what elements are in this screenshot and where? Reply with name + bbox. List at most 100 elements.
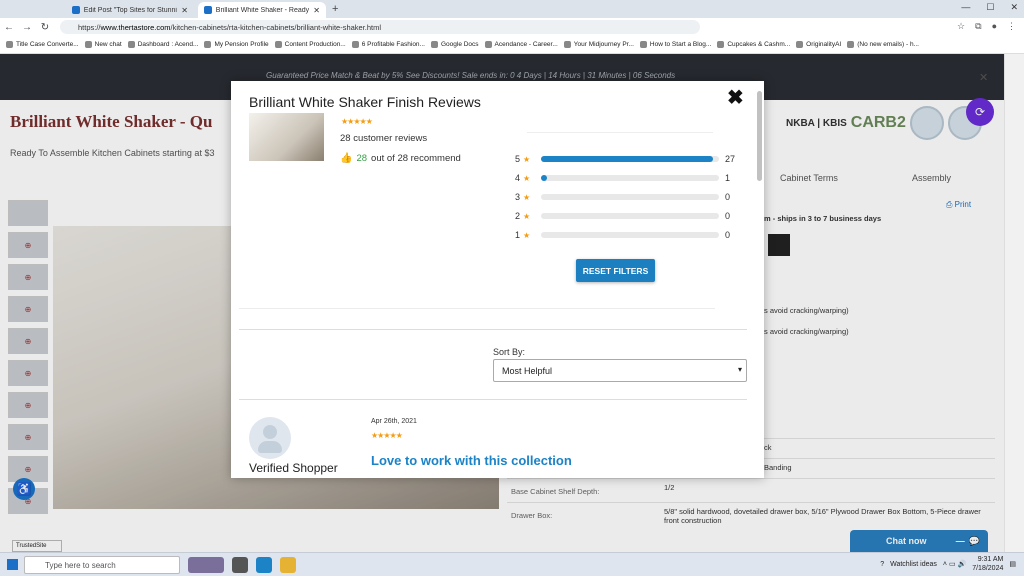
sort-label: Sort By: [493,347,526,357]
address-bar-row: ← → ↻ https://www.thertastore.com/kitche… [0,18,1024,36]
reload-icon[interactable]: ↻ [36,22,54,33]
bookmark-label: OriginalityAI [806,41,842,48]
task-view-icon[interactable] [232,557,248,573]
bookmark-item[interactable]: How to Start a Blog... [639,41,712,48]
page-scrollbar[interactable] [1004,54,1024,552]
histogram-divider [527,132,713,133]
rating-stars: ★★★★★ [341,117,373,126]
tab-brilliant-white[interactable]: Brilliant White Shaker - Ready To ✕ [198,2,326,18]
rating-bar-track [541,194,719,200]
bookmarks-bar: Title Case Converte... New chat Dashboar… [0,36,1024,54]
recommend-number: 28 [356,153,368,164]
bookmark-item[interactable]: Your Midjourney Pr... [563,41,634,48]
new-tab-icon[interactable]: + [332,3,338,15]
thumbs-up-icon: 👍 [340,153,353,164]
bookmark-label: How to Start a Blog... [649,41,712,48]
bookmark-icon [717,41,725,48]
rating-row-1[interactable]: 1 ★ 0 [515,229,739,241]
bookmark-icon [430,41,438,48]
star-icon: ★ [523,173,531,183]
taskbar-search[interactable]: Type here to search [24,556,180,574]
rating-row-2[interactable]: 2 ★ 0 [515,210,739,222]
rta-store-icon [204,6,212,14]
bookmark-icon [639,41,647,48]
browser-tab-bar: Edit Post "Top Sites for Stunning ✕ Bril… [0,0,1024,18]
reset-filters-button[interactable]: RESET FILTERS [576,259,655,282]
bookmark-item[interactable]: My Pension Profile [204,41,269,48]
rating-row-5[interactable]: 5 ★ 27 [515,153,739,165]
bookmark-item[interactable]: Acendance - Career... [484,41,558,48]
rating-count-label: 0 [725,211,731,221]
rating-bar-track [541,156,719,162]
maximize-icon[interactable]: ☐ [986,2,994,13]
windows-start-icon[interactable] [7,559,18,570]
bookmark-label: (No new emails) - h... [857,41,919,48]
bookmark-icon [274,41,282,48]
close-modal-icon[interactable]: ✖ [727,85,744,110]
rating-count-label: 27 [725,154,736,164]
rating-level-label: 4 [515,173,521,183]
edge-icon[interactable] [256,557,272,573]
search-highlight-icon[interactable] [188,557,224,573]
star-icon: ★ [523,154,531,164]
tab-edit-post[interactable]: Edit Post "Top Sites for Stunning ✕ [66,2,194,18]
close-tab-icon[interactable]: ✕ [181,6,188,15]
bookmark-label: 6 Profitable Fashion... [361,41,425,48]
file-explorer-icon[interactable] [280,557,296,573]
notifications-icon[interactable]: ▤ [1009,560,1016,568]
extensions-icon[interactable]: ⧉ [975,21,981,32]
recommend-summary: 👍 28 out of 28 recommend [340,153,461,164]
scrollbar-thumb[interactable] [757,91,762,181]
recommend-text: out of 28 recommend [371,153,461,164]
wordpress-icon [72,6,80,14]
browser-toolbar-icons: ☆ ⧉ ● ⋮ [957,21,1016,32]
star-icon: ★ [523,192,531,202]
bookmark-item[interactable]: 6 Profitable Fashion... [351,41,425,48]
bookmark-icon [351,41,359,48]
bookmark-item[interactable]: Cupcakes & Cashm... [717,41,790,48]
back-icon[interactable]: ← [0,22,18,33]
bookmark-item[interactable]: Google Docs [430,41,479,48]
review-count[interactable]: 28 customer reviews [340,133,427,144]
close-window-icon[interactable]: ✕ [1010,2,1018,13]
bookmark-item[interactable]: OriginalityAI [796,41,841,48]
bookmark-item[interactable]: Title Case Converte... [6,41,79,48]
bookmark-item[interactable]: Content Production... [274,41,346,48]
avatar [249,417,291,459]
rating-level-label: 1 [515,230,521,240]
bookmark-icon [847,41,855,48]
modal-title: Brilliant White Shaker Finish Reviews [249,94,481,110]
bookmark-label: Cupcakes & Cashm... [727,41,791,48]
tray-icons[interactable]: ˄ ▭ 🔊 [943,560,966,568]
help-icon[interactable]: ? [880,561,884,568]
bookmark-item[interactable]: Dashboard : Acend... [127,41,198,48]
bookmark-item[interactable]: New chat [84,41,122,48]
menu-icon[interactable]: ⋮ [1007,21,1016,32]
clock[interactable]: 9:31 AM 7/18/2024 [972,555,1003,573]
review-title: Love to work with this collection [371,453,572,468]
weather-widget[interactable]: Watchlist ideas [890,561,937,568]
minimize-icon[interactable]: — [961,2,970,13]
review-author: Verified Shopper [249,461,338,475]
bookmark-icon [796,41,804,48]
bookmark-label: Your Midjourney Pr... [573,41,634,48]
bookmark-label: My Pension Profile [214,41,269,48]
url-field[interactable]: https://www.thertastore.com/kitchen-cabi… [60,20,700,34]
rating-row-3[interactable]: 3 ★ 0 [515,191,739,203]
url-prefix: https:// [78,22,101,32]
bookmark-icon [204,41,212,48]
rating-row-4[interactable]: 4 ★ 1 [515,172,739,184]
reviews-modal: Brilliant White Shaker Finish Reviews ✖ … [231,81,764,478]
bookmark-label: Title Case Converte... [16,41,79,48]
close-tab-icon[interactable]: ✕ [313,6,320,15]
profile-icon[interactable]: ● [992,21,997,32]
bookmark-item[interactable]: (No new emails) - h... [847,41,919,48]
sort-value: Most Helpful [502,365,553,376]
sort-select[interactable]: Most Helpful ▾ [493,359,747,382]
clock-date: 7/18/2024 [972,565,1004,572]
forward-icon[interactable]: → [18,22,36,33]
star-icon[interactable]: ☆ [957,21,965,32]
search-placeholder: Type here to search [45,560,116,570]
system-tray: ? Watchlist ideas ˄ ▭ 🔊 9:31 AM 7/18/2024… [880,555,1016,573]
modal-scrollbar[interactable] [755,81,764,478]
